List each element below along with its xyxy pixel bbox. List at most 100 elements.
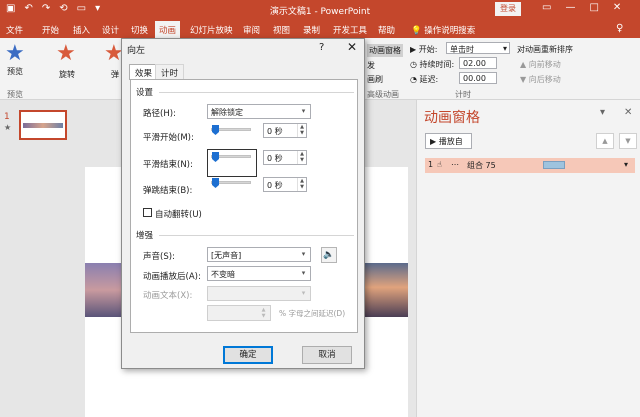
spin-effect-icon[interactable]: ★ (56, 41, 76, 66)
tab-home[interactable]: 开始 (42, 24, 59, 36)
chevron-down-icon: ▾ (301, 269, 306, 277)
after-animation-label: 动画播放后(A): (143, 272, 201, 282)
speaker-icon[interactable]: 🔈 (321, 247, 337, 263)
enhance-divider (159, 235, 354, 236)
tab-transitions[interactable]: 切换 (131, 24, 148, 36)
ribbon-tab-bar: 文件 开始 插入 设计 切换 动画 幻灯片放映 审阅 视图 录制 开发工具 帮助… (0, 20, 640, 38)
animation-timeline-bar[interactable] (543, 161, 565, 169)
slide-number: 1 (4, 112, 10, 122)
dialog-title: 向左 (127, 46, 146, 56)
smooth-start-label: 平滑开始(M): (143, 133, 194, 143)
after-animation-select[interactable]: 不变暗 ▾ (207, 266, 311, 281)
tab-animations[interactable]: 动画 (155, 21, 181, 38)
animation-index: 1 (428, 160, 434, 169)
preview-button-label[interactable]: 预览 (7, 66, 23, 77)
preview-group-label: 预览 (7, 90, 23, 99)
delay-label: ◔ 延迟: (410, 75, 439, 84)
auto-reverse-label: 自动翻转(U) (155, 210, 202, 220)
tab-file[interactable]: 文件 (6, 24, 23, 36)
dialog-tab-content: 设置 路径(H): 解除锁定 ▾ 平滑开始(M): 0 秒 ▲ ▼ 平滑结束(N)… (130, 79, 358, 333)
sound-select[interactable]: [无声音] ▾ (207, 247, 311, 262)
chevron-down-icon: ▾ (301, 250, 306, 258)
smooth-start-slider[interactable] (212, 125, 219, 135)
tab-slideshow[interactable]: 幻灯片放映 (190, 24, 233, 36)
bounce-end-slider[interactable] (212, 178, 219, 188)
advanced-animation-group-label: 高级动画 (367, 90, 399, 99)
reorder-title: 对动画重新排序 (517, 45, 573, 54)
tab-record[interactable]: 录制 (303, 24, 320, 36)
row-dropdown-icon[interactable]: ▾ (624, 160, 628, 169)
maximize-icon[interactable]: □ (589, 2, 598, 13)
play-from-button[interactable]: ▶ 播放自 (425, 133, 472, 149)
tab-timing[interactable]: 计时 (155, 64, 185, 80)
effect-options-dialog: 向左 ? ✕ 效果 计时 设置 路径(H): 解除锁定 ▾ 平滑开始(M): 0… (121, 38, 365, 369)
caret-down-icon: ▼ (625, 137, 631, 145)
chevron-down-icon: ▾ (301, 107, 306, 115)
tab-review[interactable]: 审阅 (243, 24, 260, 36)
dialog-close-button[interactable]: ✕ (347, 40, 357, 54)
ribbon-display-icon[interactable]: ▭ (542, 2, 551, 13)
animate-text-select: ▾ (207, 286, 311, 301)
slide-animation-marker: ★ (4, 123, 12, 132)
pane-close-icon[interactable]: ✕ (624, 107, 632, 118)
duration-input[interactable]: 02.00 (459, 57, 497, 69)
tab-help[interactable]: 帮助 (378, 24, 395, 36)
animation-pane-button[interactable]: 动画窗格 (367, 44, 403, 57)
close-window-icon[interactable]: ✕ (613, 2, 621, 13)
dialog-help-button[interactable]: ? (319, 42, 324, 53)
ok-button[interactable]: 确定 (223, 346, 273, 364)
motion-path-icon: ⋯ (451, 160, 459, 169)
chevron-down-icon: ▾ (301, 289, 306, 297)
timing-group-label: 计时 (455, 90, 471, 99)
pane-options-icon[interactable]: ▾ (600, 107, 605, 118)
minimize-icon[interactable]: — (565, 2, 575, 13)
login-button[interactable]: 登录 (495, 2, 521, 16)
cancel-button[interactable]: 取消 (302, 346, 352, 364)
enhance-group-title: 增强 (136, 231, 154, 241)
slide-photo-left[interactable] (85, 263, 121, 317)
path-label: 路径(H): (143, 109, 176, 119)
bounce-end-label: 弹跳结束(B): (143, 186, 193, 196)
delay-input[interactable]: 00.00 (459, 72, 497, 84)
letter-delay-label: % 字母之间延迟(D) (279, 309, 346, 318)
path-select[interactable]: 解除锁定 ▾ (207, 104, 311, 119)
slide-thumbnail-1[interactable] (19, 110, 67, 140)
move-up-button[interactable]: ▲ (596, 133, 614, 149)
smooth-end-input[interactable]: 0 秒 ▲ ▼ (263, 150, 307, 165)
lightbulb-icon: 💡 (411, 26, 425, 36)
animation-list-item[interactable]: 1 ☝ ⋯ 组合 75 ▾ (425, 158, 635, 173)
smooth-start-input[interactable]: 0 秒 ▲ ▼ (263, 123, 307, 138)
chevron-down-icon: ▾ (502, 44, 507, 53)
animation-pane-title: 动画窗格 (424, 110, 480, 126)
auto-reverse-checkbox[interactable] (143, 208, 152, 217)
start-label: ▶ 开始: (410, 45, 438, 54)
duration-label: ◷ 持续时间: (410, 60, 455, 69)
settings-group-title: 设置 (136, 88, 154, 98)
slide-photo-right[interactable] (365, 263, 408, 317)
bounce-end-input[interactable]: 0 秒 ▲ ▼ (263, 177, 307, 192)
tab-design[interactable]: 设计 (102, 24, 119, 36)
tab-insert[interactable]: 插入 (73, 24, 90, 36)
move-earlier-button[interactable]: ▲ 向前移动 (520, 59, 561, 70)
tab-effect[interactable]: 效果 (129, 64, 159, 80)
share-icon[interactable]: ♀ (616, 23, 623, 34)
animate-text-label: 动画文本(X): (143, 291, 193, 301)
play-icon: ▶ (430, 137, 439, 146)
start-select[interactable]: 单击时 ▾ (446, 42, 510, 54)
settings-divider (159, 92, 354, 93)
slide-thumbnail-pane (0, 100, 76, 417)
move-down-button[interactable]: ▼ (619, 133, 637, 149)
spinner-arrows-icon[interactable]: ▲ ▼ (297, 124, 306, 137)
tab-developer[interactable]: 开发工具 (333, 24, 367, 36)
move-later-button[interactable]: ▼ 向后移动 (520, 74, 561, 85)
title-bar: ▣ ↶ ↷ ⟲ ▭ ▾ 演示文稿1 - PowerPoint 登录 ▭ — □ … (0, 0, 640, 20)
spinner-arrows-icon[interactable]: ▲ ▼ (297, 151, 306, 164)
letter-delay-input: ▲ ▼ (207, 305, 271, 321)
animation-painter-button[interactable]: 画刷 (367, 74, 383, 85)
spinner-arrows-icon[interactable]: ▲ ▼ (297, 178, 306, 191)
tell-me-search[interactable]: 💡 操作说明搜索 (411, 24, 475, 36)
tab-view[interactable]: 视图 (273, 24, 290, 36)
trigger-button[interactable]: 发 (367, 60, 375, 71)
mouse-click-icon: ☝ (437, 160, 442, 169)
preview-star-icon[interactable]: ★ (5, 41, 25, 66)
